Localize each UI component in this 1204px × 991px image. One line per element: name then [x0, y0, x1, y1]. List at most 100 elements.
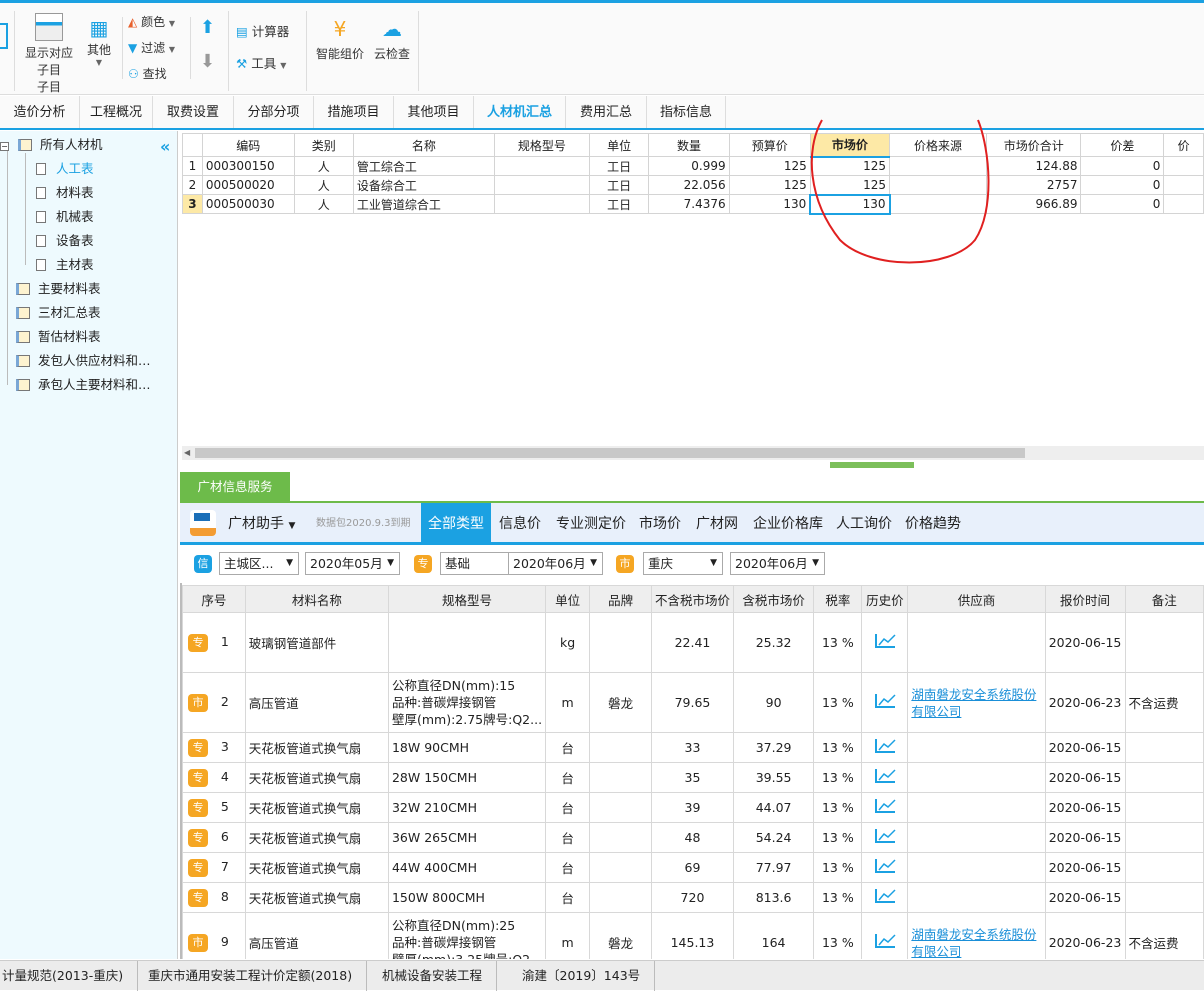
- nav-all-types[interactable]: 全部类型: [421, 503, 491, 542]
- cell-more[interactable]: [1163, 194, 1204, 214]
- history-chart-icon[interactable]: [874, 829, 896, 843]
- row-number[interactable]: 1: [182, 156, 203, 176]
- col-diff[interactable]: 价差: [1080, 133, 1165, 157]
- cell-name[interactable]: 工业管道综合工: [352, 194, 495, 214]
- col-spec[interactable]: 规格型号: [387, 585, 547, 613]
- professional-month-select[interactable]: 2020年06月 ▼: [508, 552, 603, 575]
- other-button[interactable]: ▦ 其他 ▼: [84, 15, 114, 67]
- move-down-icon[interactable]: ⬇: [200, 51, 215, 72]
- filter-button[interactable]: ▼ 过滤 ▼: [128, 39, 175, 56]
- tree-node-provisional[interactable]: 暂估材料表: [16, 327, 101, 347]
- nav-enterprise-price[interactable]: 企业价格库: [753, 503, 823, 542]
- history-chart-icon[interactable]: [874, 739, 896, 753]
- row-number[interactable]: 2: [182, 175, 203, 195]
- cell-budget[interactable]: 130: [728, 194, 811, 214]
- cell-supplier[interactable]: 湖南磐龙安全系统股份有限公司: [907, 912, 1046, 959]
- col-more[interactable]: 价: [1163, 133, 1204, 157]
- col-budget[interactable]: 预算价: [728, 133, 811, 157]
- price-row[interactable]: 专 6 天花板管道式换气扇 36W 265CMH 台 48 54.24 13 % 2020-06…: [182, 822, 1204, 853]
- tab-measures[interactable]: 措施项目: [314, 96, 394, 128]
- calculator-button[interactable]: ▤ 计算器: [236, 21, 289, 40]
- cell-supplier[interactable]: [907, 822, 1046, 853]
- history-chart-icon[interactable]: [874, 859, 896, 873]
- history-chart-icon[interactable]: [874, 694, 896, 708]
- cell-market-total[interactable]: 966.89: [986, 194, 1082, 214]
- cell-supplier[interactable]: [907, 882, 1046, 913]
- show-children-button[interactable]: 显示对应子目 子目: [22, 13, 76, 95]
- cell-supplier[interactable]: [907, 762, 1046, 793]
- info-month-select[interactable]: 2020年05月 ▼: [305, 552, 400, 575]
- col-price-ex-tax[interactable]: 不含税市场价: [650, 585, 734, 613]
- col-seq[interactable]: 序号: [182, 585, 246, 613]
- tools-button[interactable]: ⚒ 工具 ▼: [236, 53, 286, 72]
- cell-qty[interactable]: 0.999: [648, 156, 730, 176]
- cell-more[interactable]: [1163, 175, 1204, 195]
- col-material-name[interactable]: 材料名称: [244, 585, 389, 613]
- tree-node-machine[interactable]: 机械表: [36, 207, 94, 227]
- move-up-icon[interactable]: ⬆: [200, 17, 215, 38]
- cell-spec[interactable]: [493, 156, 590, 176]
- history-chart-icon[interactable]: [874, 634, 896, 648]
- cell-supplier[interactable]: [907, 852, 1046, 883]
- cloud-check-button[interactable]: ☁ 云检查: [370, 13, 414, 62]
- cell-code[interactable]: 000500030: [201, 194, 295, 214]
- nav-market-price[interactable]: 市场价: [639, 503, 681, 542]
- grid-row[interactable]: 1 000300150 人管工综合工 工日 0.999 125 125 124.88 0: [182, 156, 1204, 176]
- cell-unit[interactable]: 工日: [588, 175, 650, 195]
- cell-diff[interactable]: 0: [1080, 156, 1165, 176]
- grid-row[interactable]: 2 000500020 人设备综合工 工日 22.056 125 125 2757 0: [182, 175, 1204, 195]
- tree-node-material[interactable]: 材料表: [36, 183, 94, 203]
- tab-labor-material-summary[interactable]: 人材机汇总: [474, 96, 566, 128]
- cell-code[interactable]: 000300150: [201, 156, 295, 176]
- col-type[interactable]: 类别: [293, 133, 354, 157]
- nav-info-price[interactable]: 信息价: [499, 503, 541, 542]
- tree-node-employer-supplied[interactable]: 发包人供应材料和…: [16, 351, 151, 371]
- price-row[interactable]: 专 8 天花板管道式换气扇 150W 800CMH 台 720 813.6 13 % 2020-…: [182, 882, 1204, 913]
- history-chart-icon[interactable]: [874, 934, 896, 948]
- tree-node-all[interactable]: − 所有人材机: [0, 135, 103, 155]
- cell-supplier[interactable]: [907, 792, 1046, 823]
- cell-code[interactable]: 000500020: [201, 175, 295, 195]
- price-row[interactable]: 市 2 高压管道 公称直径DN(mm):15 品种:普碳焊接钢管 壁厚(mm):2.75牌…: [182, 672, 1204, 733]
- color-button[interactable]: ◭ 颜色 ▼: [128, 13, 175, 30]
- tab-sub-items[interactable]: 分部分项: [234, 96, 314, 128]
- nav-professional-price[interactable]: 专业测定价: [556, 503, 626, 542]
- nav-guangcai-web[interactable]: 广材网: [696, 503, 738, 542]
- col-history[interactable]: 历史价: [861, 585, 909, 613]
- info-region-select[interactable]: 主城区... ▼: [219, 552, 299, 575]
- tree-node-equipment[interactable]: 设备表: [36, 231, 94, 251]
- tree-node-labor[interactable]: 人工表: [36, 159, 94, 179]
- history-chart-icon[interactable]: [874, 769, 896, 783]
- col-unit[interactable]: 单位: [545, 585, 591, 613]
- cell-name[interactable]: 管工综合工: [352, 156, 495, 176]
- col-unit[interactable]: 单位: [588, 133, 650, 157]
- price-row[interactable]: 专 5 天花板管道式换气扇 32W 210CMH 台 39 44.07 13 % 2020-06…: [182, 792, 1204, 823]
- col-qty[interactable]: 数量: [648, 133, 730, 157]
- find-button[interactable]: ⚇ 查找: [128, 65, 167, 82]
- cell-qty[interactable]: 7.4376: [648, 194, 730, 214]
- cell-qty[interactable]: 22.056: [648, 175, 730, 195]
- price-row[interactable]: 市9高压管道公称直径DN(mm):25品种:普碳焊接钢管壁厚(mm):3.25牌…: [182, 912, 1204, 959]
- tab-indicators[interactable]: 指标信息: [647, 96, 726, 128]
- cell-type[interactable]: 人: [293, 156, 354, 176]
- panel-splitter[interactable]: [830, 462, 914, 468]
- col-spec[interactable]: 规格型号: [493, 133, 590, 157]
- tab-project-overview[interactable]: 工程概况: [80, 96, 153, 128]
- cell-unit[interactable]: 工日: [588, 156, 650, 176]
- tab-guangcai-service[interactable]: 广材信息服务: [180, 472, 290, 502]
- collapse-panel-icon[interactable]: «: [160, 137, 170, 156]
- cell-more[interactable]: [1163, 156, 1204, 176]
- history-chart-icon[interactable]: [874, 889, 896, 903]
- col-quote-date[interactable]: 报价时间: [1044, 585, 1126, 613]
- col-note[interactable]: 备注: [1124, 585, 1204, 613]
- grid-row[interactable]: 3 000500030 人工业管道综合工 工日 7.4376 130 130 966.89 0: [182, 193, 1204, 215]
- smart-price-button[interactable]: ¥ 智能组价: [312, 13, 368, 62]
- collapse-icon[interactable]: −: [0, 142, 9, 151]
- nav-labor-inquiry[interactable]: 人工询价: [836, 503, 892, 542]
- cell-unit[interactable]: 工日: [588, 194, 650, 214]
- col-code[interactable]: 编码: [201, 133, 295, 157]
- col-market-total[interactable]: 市场价合计: [986, 133, 1082, 157]
- price-row[interactable]: 专 3 天花板管道式换气扇 18W 90CMH 台 33 37.29 13 % 2020-06-…: [182, 732, 1204, 763]
- cell-supplier[interactable]: 湖南磐龙安全系统股份有限公司: [907, 672, 1046, 733]
- row-number[interactable]: 3: [182, 194, 203, 214]
